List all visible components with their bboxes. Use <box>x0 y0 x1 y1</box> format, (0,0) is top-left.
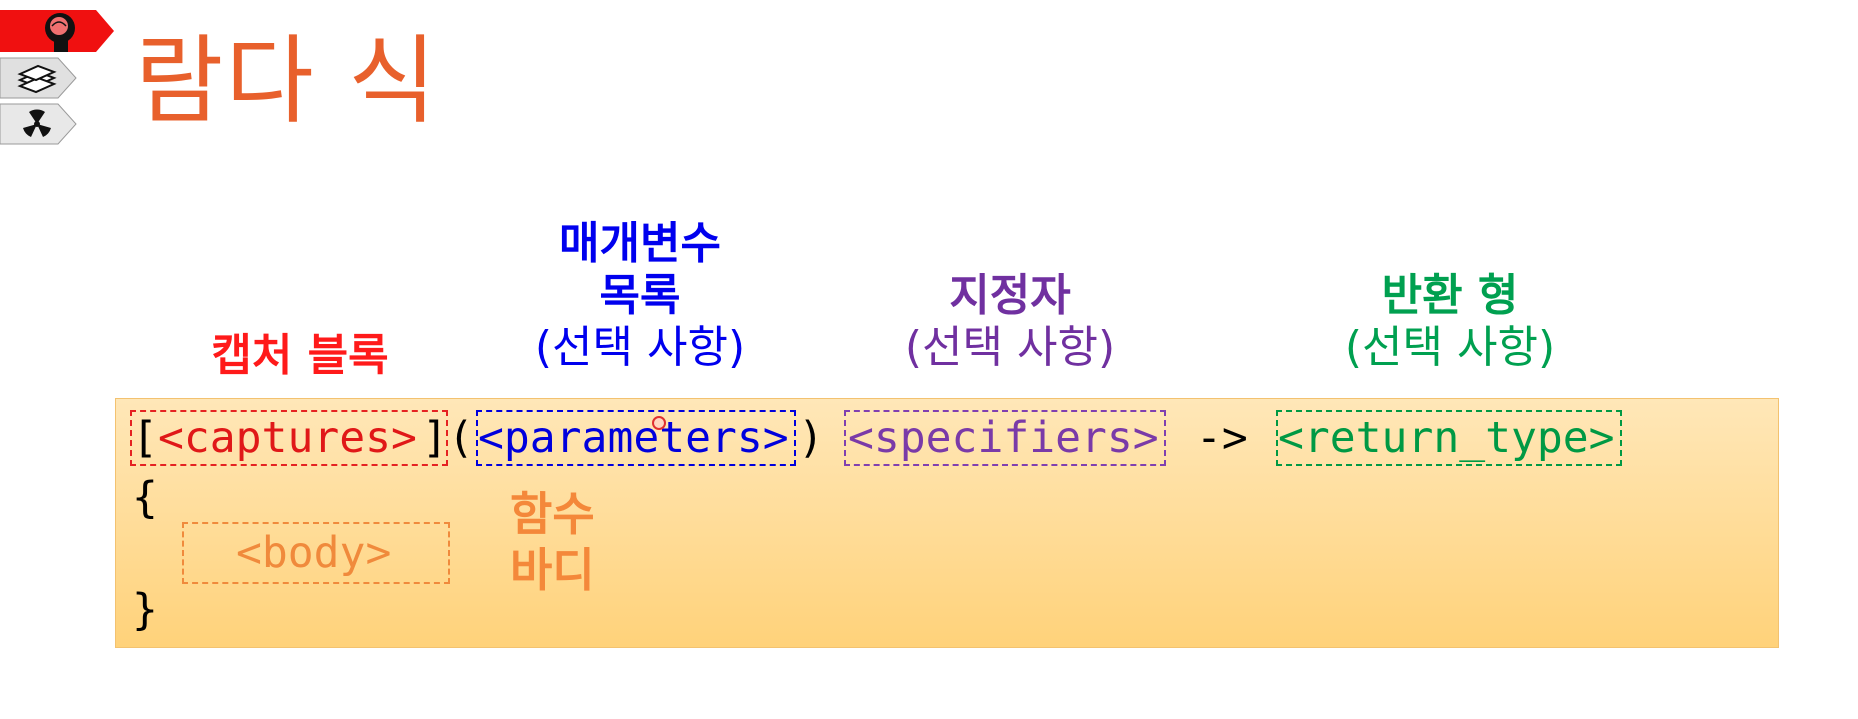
code-open-bracket: [ <box>132 413 158 463</box>
specifiers-optional-note: (선택 사항) <box>904 322 1116 373</box>
tab-brain[interactable] <box>0 8 118 52</box>
code-close-paren: ) <box>798 413 824 463</box>
parameters-heading-line1: 매개변수 <box>559 218 721 269</box>
parameters-heading-line2: 목록 <box>599 270 681 321</box>
return-type-label: 반환 형 (선택 사항) <box>1300 270 1600 374</box>
side-tab-bar <box>0 8 118 148</box>
code-body: <body> <box>236 528 392 578</box>
specifiers-label: 지정자 (선택 사항) <box>860 270 1160 374</box>
return-type-heading: 반환 형 <box>1381 270 1519 321</box>
pointer-cursor-icon <box>652 416 666 430</box>
page-title: 람다 식 <box>135 25 439 137</box>
function-body-line2: 바디 <box>510 543 595 597</box>
code-captures: <captures> <box>158 413 417 463</box>
tab-radiation[interactable] <box>0 102 118 145</box>
parameters-optional-note: (선택 사항) <box>534 322 746 373</box>
code-close-brace: } <box>132 585 158 635</box>
tab-books[interactable] <box>0 56 118 99</box>
capture-block-label: 캡처 블록 <box>170 330 430 382</box>
code-arrow: -> <box>1196 413 1248 463</box>
code-return-type: <return_type> <box>1278 413 1615 463</box>
function-body-label: 함수 바디 <box>510 486 620 598</box>
function-body-line1: 함수 <box>510 487 595 541</box>
capture-block-heading: 캡처 블록 <box>211 330 389 381</box>
code-open-brace: { <box>132 473 158 523</box>
code-bracket-paren: ]( <box>422 413 474 463</box>
specifiers-heading: 지정자 <box>949 270 1071 321</box>
parameters-label: 매개변수 목록 (선택 사항) <box>500 218 780 374</box>
code-specifiers: <specifiers> <box>848 413 1159 463</box>
return-type-optional-note: (선택 사항) <box>1344 322 1556 373</box>
code-parameters: <parameters> <box>478 413 789 463</box>
